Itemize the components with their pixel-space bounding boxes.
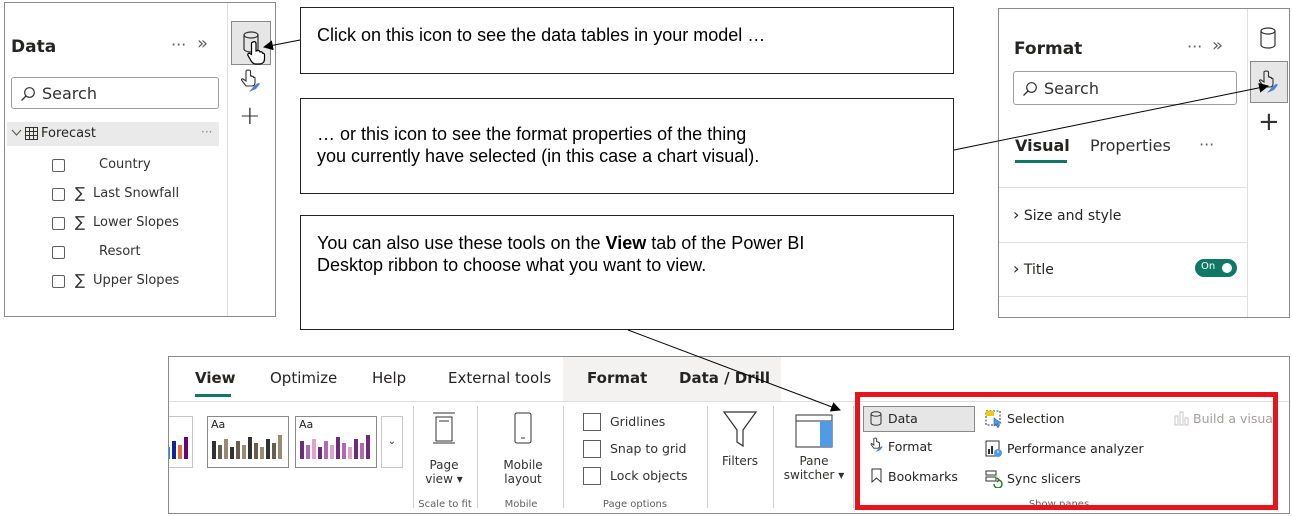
arrow-to-show-panes	[627, 329, 841, 412]
arrow-to-data-icon	[263, 39, 301, 51]
arrow-to-format-icon	[953, 82, 1269, 151]
callout-arrows	[263, 39, 1269, 412]
